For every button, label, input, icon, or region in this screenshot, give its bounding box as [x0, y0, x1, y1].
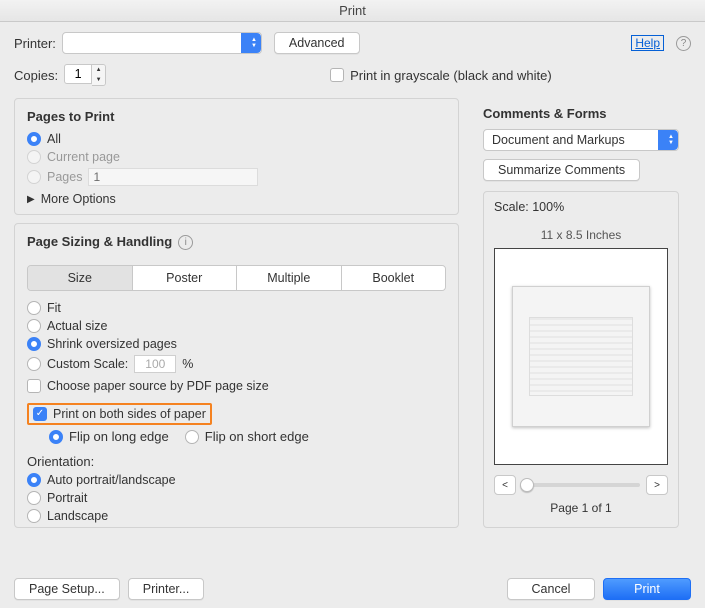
- copies-stepper[interactable]: ▲▼: [64, 64, 106, 86]
- preview-next-button[interactable]: >: [646, 475, 668, 495]
- preview-thumbnail: [512, 286, 650, 428]
- more-options-toggle[interactable]: ▶ More Options: [27, 192, 446, 206]
- choose-source-label: Choose paper source by PDF page size: [47, 379, 269, 393]
- sizing-info-icon[interactable]: i: [178, 235, 193, 250]
- print-button[interactable]: Print: [603, 578, 691, 600]
- disclosure-triangle-icon: ▶: [27, 194, 35, 205]
- preview-frame: [494, 248, 668, 465]
- help-link[interactable]: Help: [631, 35, 664, 51]
- copies-input[interactable]: [64, 64, 92, 84]
- sizing-panel: Page Sizing & Handling i Size Poster Mul…: [14, 223, 459, 528]
- pages-current-label: Current page: [47, 150, 120, 164]
- pages-all-radio[interactable]: [27, 132, 41, 146]
- actual-label: Actual size: [47, 319, 107, 333]
- pages-range-label: Pages: [47, 170, 82, 184]
- pages-all-label: All: [47, 132, 61, 146]
- orient-auto-label: Auto portrait/landscape: [47, 473, 176, 487]
- pages-range-radio[interactable]: [27, 170, 41, 184]
- help-info-icon[interactable]: ?: [676, 36, 691, 51]
- printer-button[interactable]: Printer...: [128, 578, 205, 600]
- duplex-label: Print on both sides of paper: [53, 407, 206, 421]
- scale-label: Scale: 100%: [494, 200, 668, 214]
- orient-portrait-label: Portrait: [47, 491, 87, 505]
- flip-long-label: Flip on long edge: [69, 429, 169, 444]
- orientation-title: Orientation:: [27, 454, 446, 469]
- shrink-radio[interactable]: [27, 337, 41, 351]
- custom-scale-input[interactable]: [134, 355, 176, 373]
- copies-label: Copies:: [14, 68, 58, 83]
- printer-label: Printer:: [14, 36, 56, 51]
- summarize-button[interactable]: Summarize Comments: [483, 159, 640, 181]
- stepper-down-icon[interactable]: ▼: [92, 75, 105, 85]
- orient-portrait-radio[interactable]: [27, 491, 41, 505]
- preview-page-of: Page 1 of 1: [494, 501, 668, 515]
- tab-poster[interactable]: Poster: [133, 266, 238, 290]
- percent-label: %: [182, 357, 193, 371]
- pages-to-print-panel: Pages to Print All Current page Pages ▶ …: [14, 98, 459, 215]
- choose-source-checkbox[interactable]: [27, 379, 41, 393]
- pages-range-input[interactable]: [88, 168, 258, 186]
- orient-landscape-label: Landscape: [47, 509, 108, 523]
- comments-select[interactable]: Document and Markups ▲▼: [483, 129, 679, 151]
- duplex-highlight: ✓ Print on both sides of paper: [27, 403, 212, 425]
- orient-landscape-radio[interactable]: [27, 509, 41, 523]
- preview-prev-button[interactable]: <: [494, 475, 516, 495]
- orient-auto-radio[interactable]: [27, 473, 41, 487]
- comments-value: Document and Markups: [492, 133, 625, 147]
- updown-icon: ▲▼: [251, 37, 257, 49]
- updown-icon: ▲▼: [668, 134, 674, 146]
- page-setup-button[interactable]: Page Setup...: [14, 578, 120, 600]
- actual-radio[interactable]: [27, 319, 41, 333]
- pages-title: Pages to Print: [27, 109, 446, 124]
- cancel-button[interactable]: Cancel: [507, 578, 595, 600]
- stepper-up-icon[interactable]: ▲: [92, 65, 105, 75]
- comments-forms-panel: Comments & Forms Document and Markups ▲▼…: [471, 98, 691, 191]
- preview-slider[interactable]: [522, 483, 640, 487]
- custom-radio[interactable]: [27, 357, 41, 371]
- sizing-title: Page Sizing & Handling: [27, 234, 172, 249]
- fit-label: Fit: [47, 301, 61, 315]
- comments-title: Comments & Forms: [483, 106, 679, 121]
- flip-short-label: Flip on short edge: [205, 429, 309, 444]
- advanced-button[interactable]: Advanced: [274, 32, 360, 54]
- printer-select[interactable]: ▲▼: [62, 32, 262, 54]
- pages-current-radio[interactable]: [27, 150, 41, 164]
- tab-multiple[interactable]: Multiple: [237, 266, 342, 290]
- fit-radio[interactable]: [27, 301, 41, 315]
- flip-short-radio[interactable]: [185, 430, 199, 444]
- custom-label: Custom Scale:: [47, 357, 128, 371]
- grayscale-label: Print in grayscale (black and white): [350, 68, 552, 83]
- more-options-label: More Options: [41, 192, 116, 206]
- tab-booklet[interactable]: Booklet: [342, 266, 446, 290]
- duplex-checkbox[interactable]: ✓: [33, 407, 47, 421]
- sizing-tabs: Size Poster Multiple Booklet: [27, 265, 446, 291]
- shrink-label: Shrink oversized pages: [47, 337, 177, 351]
- preview-dimensions: 11 x 8.5 Inches: [494, 228, 668, 242]
- flip-long-radio[interactable]: [49, 430, 63, 444]
- grayscale-checkbox[interactable]: [330, 68, 344, 82]
- tab-size[interactable]: Size: [28, 266, 133, 290]
- window-title: Print: [0, 0, 705, 22]
- preview-panel: Scale: 100% 11 x 8.5 Inches < > Page 1 o…: [483, 191, 679, 528]
